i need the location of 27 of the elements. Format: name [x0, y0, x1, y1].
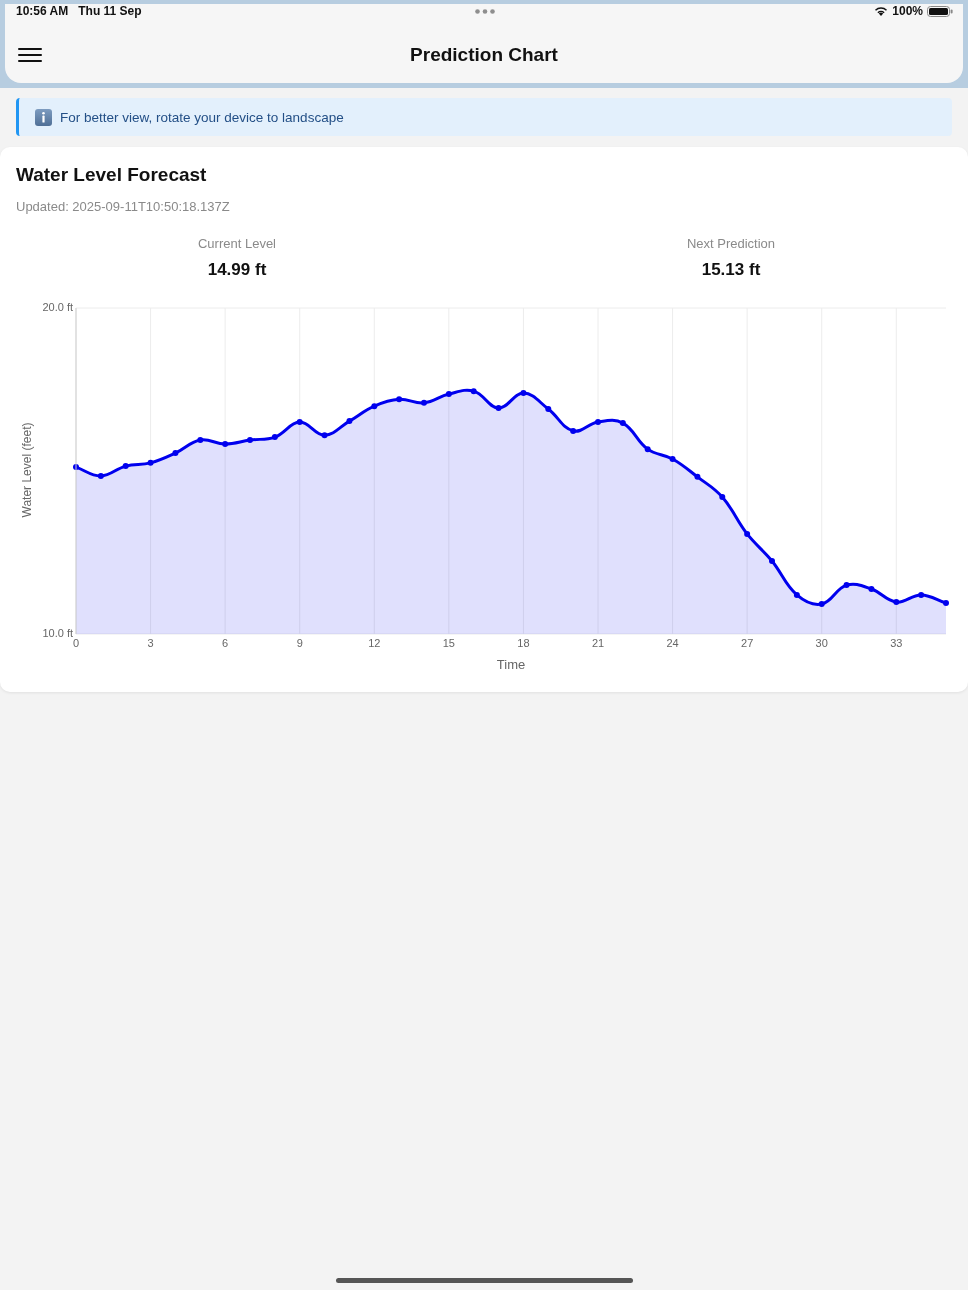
x-tick-label: 15 [442, 637, 455, 649]
page-title: Prediction Chart [410, 44, 558, 66]
updated-timestamp: Updated: 2025-09-11T10:50:18.137Z [16, 198, 230, 216]
x-tick-label: 30 [815, 637, 828, 649]
x-tick-label: 21 [591, 637, 605, 649]
stat-label: Next Prediction [686, 235, 776, 253]
status-date: Thu 11 Sep [78, 4, 142, 18]
battery-percent: 100% [892, 4, 923, 18]
info-message: For better view, rotate your device to landscape [60, 109, 344, 125]
x-tick-label: 6 [222, 637, 229, 649]
stat-value: 14.99 ft [207, 259, 267, 281]
x-axis-title: Time [496, 657, 526, 672]
x-tick-label: 9 [296, 637, 303, 649]
x-tick-label: 0 [72, 637, 80, 649]
stat-value: 15.13 ft [701, 259, 761, 281]
x-tick-label: 12 [368, 637, 381, 649]
card-title: Water Level Forecast [16, 163, 207, 187]
y-tick-label: 20.0 ft [42, 301, 73, 313]
stat-label: Current Level [197, 235, 276, 253]
x-tick-label: 3 [147, 637, 154, 649]
x-tick-label: 18 [517, 637, 530, 649]
y-axis-title: Water Level (feet) [20, 422, 34, 518]
y-tick-label: 10.0 ft [42, 627, 73, 639]
x-tick-label: 24 [666, 637, 679, 649]
x-tick-label: 27 [741, 637, 754, 649]
status-time: 10:56 AM [16, 4, 69, 18]
x-tick-label: 33 [890, 637, 903, 649]
